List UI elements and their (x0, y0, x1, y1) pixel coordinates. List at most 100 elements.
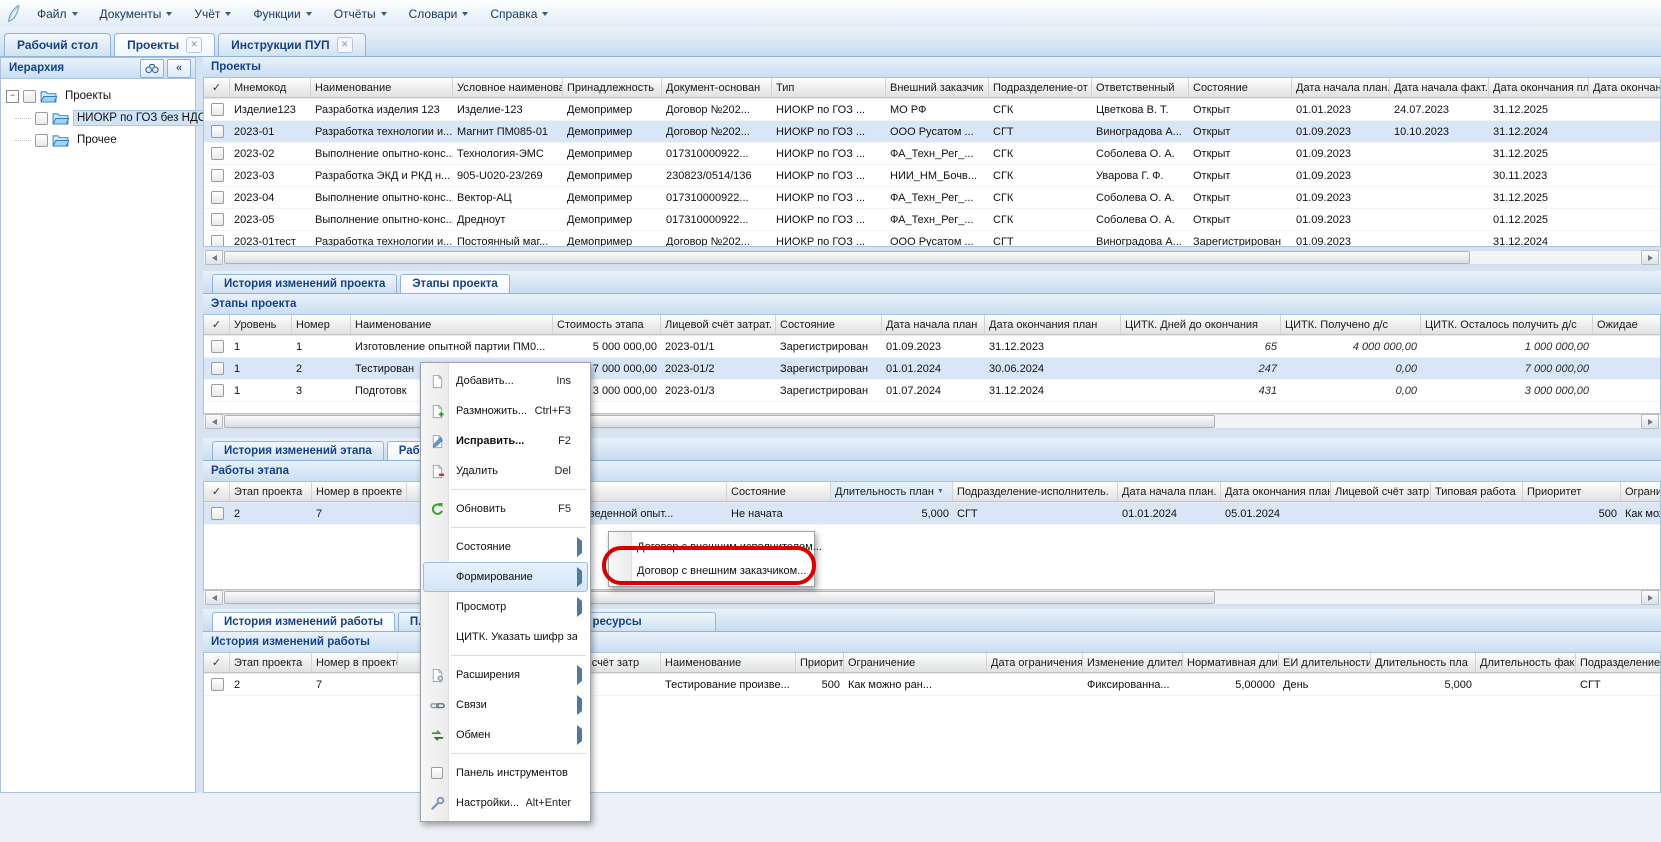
tree-expander-icon[interactable]: − (6, 90, 19, 103)
sub-tab[interactable]: История изменений этапа (212, 441, 384, 460)
main-tab[interactable]: Проекты✕ (114, 33, 215, 56)
column-header[interactable]: Ограничение (844, 653, 987, 673)
tree-checkbox[interactable] (23, 90, 36, 103)
tree-checkbox[interactable] (35, 112, 48, 125)
sub-tab[interactable]: Этапы проекта (400, 274, 509, 293)
table-row[interactable]: 11Изготовление опытной партии ПМ0...5 00… (204, 336, 1661, 358)
column-header[interactable]: ✓ (204, 78, 230, 98)
scroll-left-icon[interactable] (205, 414, 223, 429)
table-row[interactable]: 2023-03Разработка ЭКД и РКД н...905-U020… (204, 165, 1661, 187)
scrollbar-thumb[interactable] (224, 415, 1215, 428)
column-header[interactable]: Длительность план▼ (831, 482, 953, 502)
scroll-right-icon[interactable] (1641, 250, 1659, 265)
column-header[interactable]: Этап проекта (230, 653, 312, 673)
column-header[interactable]: Документ-основан (662, 78, 772, 98)
column-header[interactable]: Тип (772, 78, 886, 98)
context-menu-item[interactable]: УдалитьDel (423, 456, 588, 486)
column-header[interactable]: Лицевой счёт затр (1331, 482, 1431, 502)
column-header[interactable]: Уровень (230, 315, 292, 335)
context-menu-item[interactable]: Настройки...Alt+Enter (423, 788, 588, 818)
column-header[interactable]: Подразделение-от (989, 78, 1092, 98)
tree-node[interactable]: Прочее (1, 129, 195, 151)
column-header[interactable]: Наименование (311, 78, 453, 98)
row-checkbox[interactable] (211, 384, 224, 397)
column-header[interactable]: Дата начала план. (1118, 482, 1221, 502)
table-row[interactable]: 2023-05Выполнение опытно-конс...Дредноут… (204, 209, 1661, 231)
menubar-item-6[interactable]: Словари (398, 4, 480, 24)
column-header[interactable]: ЦИТК. Получено д/с (1281, 315, 1421, 335)
sub-tab[interactable]: История изменений работы (212, 612, 395, 631)
column-header[interactable]: ЦИТК. Осталось получить д/с (1421, 315, 1593, 335)
scroll-left-icon[interactable] (205, 250, 223, 265)
column-header[interactable]: Изменение длител (1083, 653, 1183, 673)
context-menu-item[interactable]: Связи (423, 690, 588, 720)
column-header[interactable]: ЕИ длительности (1279, 653, 1371, 673)
context-menu-item[interactable]: Формирование (423, 562, 588, 592)
menubar-item-3[interactable]: Учёт (183, 4, 242, 24)
column-header[interactable]: Наименование (661, 653, 796, 673)
column-header[interactable]: Номер (292, 315, 351, 335)
scroll-right-icon[interactable] (1641, 414, 1659, 429)
column-header[interactable]: Приоритет (1523, 482, 1621, 502)
column-header[interactable]: Дата начала факт. (1390, 78, 1489, 98)
column-header[interactable]: Дата ограничения (987, 653, 1083, 673)
context-menu-item[interactable]: Состояние (423, 532, 588, 562)
column-header[interactable]: Дата окончания план (985, 315, 1121, 335)
row-checkbox[interactable] (211, 125, 224, 138)
column-header[interactable]: Мнемокод (230, 78, 311, 98)
submenu-item[interactable]: Договор с внешним исполнителем... (609, 535, 814, 559)
column-header[interactable]: Лицевой счёт затрат. (661, 315, 776, 335)
row-checkbox[interactable] (211, 340, 224, 353)
column-header[interactable]: Состояние (776, 315, 882, 335)
column-header[interactable]: Ответственный (1092, 78, 1189, 98)
scrollbar-thumb[interactable] (224, 591, 1215, 604)
menubar-item-4[interactable]: Функции (242, 4, 322, 24)
column-header[interactable]: Условное наименова (453, 78, 563, 98)
row-checkbox[interactable] (211, 147, 224, 160)
context-menu-item[interactable]: Добавить...Ins (423, 366, 588, 396)
column-header[interactable]: Дата окончания пл (1489, 78, 1589, 98)
column-header[interactable]: ЦИТК. Дней до окончания (1121, 315, 1281, 335)
column-header[interactable]: Типовая работа (1431, 482, 1523, 502)
column-header[interactable]: Этап проекта (230, 482, 312, 502)
column-header[interactable]: Номер в проекте (312, 482, 407, 502)
menubar-item-1[interactable]: Файл (26, 4, 89, 24)
row-checkbox[interactable] (211, 169, 224, 182)
column-header[interactable]: ✓ (204, 315, 230, 335)
column-header[interactable]: Состояние (1189, 78, 1292, 98)
context-menu-item[interactable]: ОбновитьF5 (423, 494, 588, 524)
menubar-item-2[interactable]: Документы (89, 4, 184, 24)
menubar-item-7[interactable]: Справка (479, 4, 559, 24)
scrollbar-thumb[interactable] (224, 251, 1470, 264)
column-header[interactable]: Приоритет (796, 653, 844, 673)
tree-node[interactable]: −Проекты (1, 85, 195, 107)
column-header[interactable]: Номер в проекте (312, 653, 398, 673)
column-header[interactable]: ✓ (204, 482, 230, 502)
row-checkbox[interactable] (211, 103, 224, 116)
collapse-panel-icon[interactable]: « (167, 59, 191, 78)
column-header[interactable]: Наименование (351, 315, 553, 335)
column-header[interactable]: Состояние (727, 482, 831, 502)
column-header[interactable]: Ограничение (1621, 482, 1661, 502)
context-menu-item[interactable]: Просмотр (423, 592, 588, 622)
column-header[interactable]: Подразделение-исполнитель. (953, 482, 1118, 502)
column-header[interactable]: Нормативная длит (1183, 653, 1279, 673)
scroll-right-icon[interactable] (1641, 590, 1659, 605)
row-checkbox[interactable] (211, 213, 224, 226)
main-tab[interactable]: Инструкции ПУП✕ (218, 33, 365, 56)
row-checkbox[interactable] (211, 235, 224, 247)
tab-close-icon[interactable]: ✕ (186, 37, 202, 53)
sub-tab[interactable]: История изменений проекта (212, 274, 397, 293)
row-checkbox[interactable] (211, 507, 224, 520)
column-header[interactable]: Принадлежность (563, 78, 662, 98)
context-menu-item[interactable]: Панель инструментов (423, 758, 588, 788)
table-row[interactable]: 2023-01Разработка технологии и...Магнит … (204, 121, 1661, 143)
table-row[interactable]: 2023-04Выполнение опытно-конс...Вектор-А… (204, 187, 1661, 209)
column-header[interactable]: ✓ (204, 653, 230, 673)
column-header[interactable]: Дата окончания план (1221, 482, 1331, 502)
column-header[interactable]: Стоимость этапа (553, 315, 661, 335)
context-menu-item[interactable]: Исправить...F2 (423, 426, 588, 456)
submenu-item-annotated[interactable]: Договор с внешним заказчиком... (609, 559, 814, 583)
search-binoculars-icon[interactable] (140, 59, 164, 78)
column-header[interactable]: Подразделение (1576, 653, 1661, 673)
